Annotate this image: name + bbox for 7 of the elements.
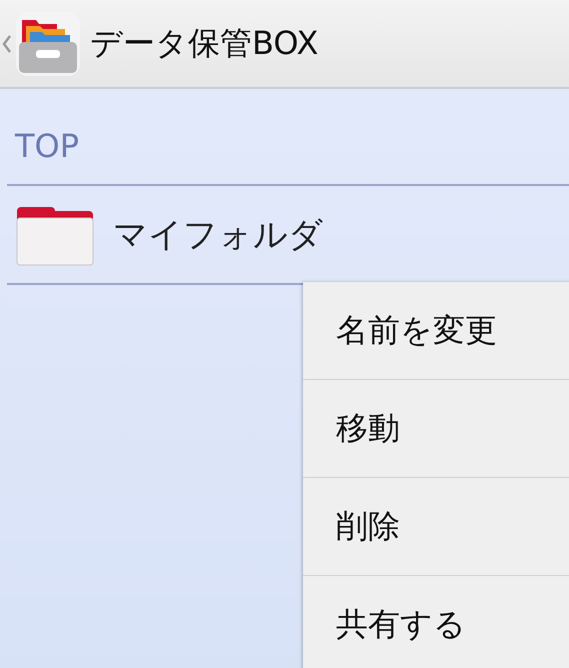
- menu-item[interactable]: 移動: [303, 380, 569, 478]
- menu-item[interactable]: 共有する: [303, 576, 569, 668]
- menu-item[interactable]: 名前を変更: [303, 282, 569, 380]
- folder-row[interactable]: マイフォルダ: [0, 186, 569, 283]
- app-title: データ保管BOX: [90, 22, 318, 64]
- folder-name: マイフォルダ: [113, 214, 323, 256]
- menu-item[interactable]: 削除: [303, 478, 569, 576]
